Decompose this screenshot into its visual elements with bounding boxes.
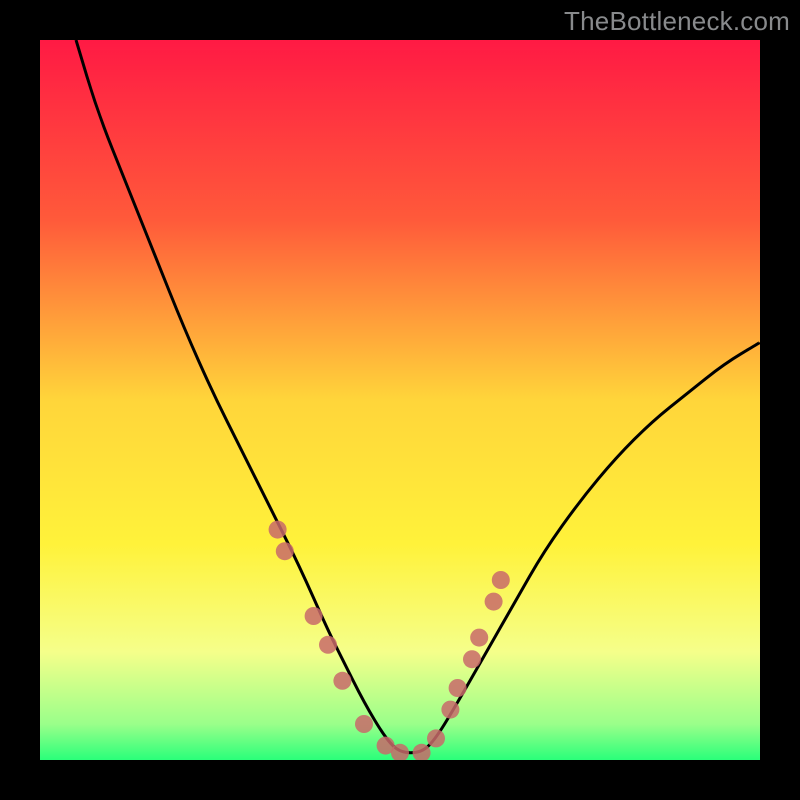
highlight-dot [305,607,323,625]
highlight-dot [449,679,467,697]
gradient-background [40,40,760,760]
highlight-dot [319,636,337,654]
highlight-dot [355,715,373,733]
highlight-dot [427,729,445,747]
highlight-dot [470,629,488,647]
highlight-dot [485,593,503,611]
highlight-dot [269,521,287,539]
highlight-dot [463,650,481,668]
chart-container: TheBottleneck.com [0,0,800,800]
chart-svg [40,40,760,760]
highlight-dot [276,542,294,560]
highlight-dot [441,701,459,719]
highlight-dot [333,672,351,690]
highlight-dot [492,571,510,589]
watermark-text: TheBottleneck.com [564,6,790,37]
